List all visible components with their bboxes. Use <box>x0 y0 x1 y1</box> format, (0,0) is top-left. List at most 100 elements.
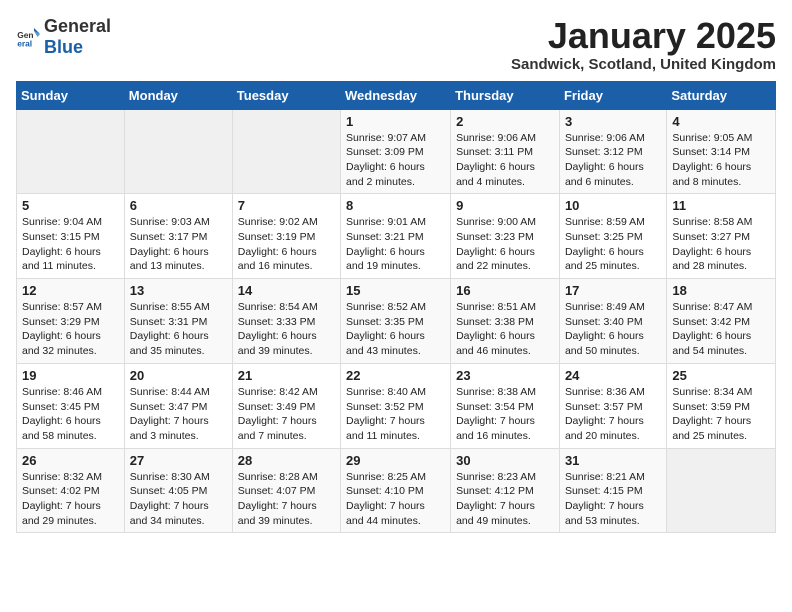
calendar-cell: 16Sunrise: 8:51 AMSunset: 3:38 PMDayligh… <box>451 279 560 364</box>
day-number: 10 <box>565 198 661 213</box>
weekday-header-sunday: Sunday <box>17 81 125 109</box>
day-number: 1 <box>346 114 445 129</box>
calendar-cell: 20Sunrise: 8:44 AMSunset: 3:47 PMDayligh… <box>124 363 232 448</box>
cell-content: Sunrise: 8:28 AMSunset: 4:07 PMDaylight:… <box>238 470 335 529</box>
cell-content: Sunrise: 8:51 AMSunset: 3:38 PMDaylight:… <box>456 300 554 359</box>
calendar-week-5: 26Sunrise: 8:32 AMSunset: 4:02 PMDayligh… <box>17 448 776 533</box>
cell-content: Sunrise: 8:58 AMSunset: 3:27 PMDaylight:… <box>672 215 770 274</box>
calendar-cell: 3Sunrise: 9:06 AMSunset: 3:12 PMDaylight… <box>559 109 666 194</box>
cell-line: Sunrise: 8:58 AM <box>672 216 752 228</box>
day-number: 9 <box>456 198 554 213</box>
weekday-header-friday: Friday <box>559 81 666 109</box>
weekday-header-monday: Monday <box>124 81 232 109</box>
calendar-cell: 23Sunrise: 8:38 AMSunset: 3:54 PMDayligh… <box>451 363 560 448</box>
cell-content: Sunrise: 9:03 AMSunset: 3:17 PMDaylight:… <box>130 215 227 274</box>
cell-line: Sunrise: 9:07 AM <box>346 132 426 144</box>
cell-content: Sunrise: 9:07 AMSunset: 3:09 PMDaylight:… <box>346 131 445 190</box>
calendar-cell: 6Sunrise: 9:03 AMSunset: 3:17 PMDaylight… <box>124 194 232 279</box>
calendar-cell: 28Sunrise: 8:28 AMSunset: 4:07 PMDayligh… <box>232 448 340 533</box>
cell-line: Sunrise: 8:49 AM <box>565 301 645 313</box>
calendar-cell <box>124 109 232 194</box>
calendar-cell: 8Sunrise: 9:01 AMSunset: 3:21 PMDaylight… <box>341 194 451 279</box>
cell-content: Sunrise: 8:49 AMSunset: 3:40 PMDaylight:… <box>565 300 661 359</box>
cell-line: Sunset: 3:33 PM <box>238 316 316 328</box>
cell-line: Daylight: 7 hours and 16 minutes. <box>456 415 535 442</box>
cell-content: Sunrise: 8:46 AMSunset: 3:45 PMDaylight:… <box>22 385 119 444</box>
calendar-cell: 31Sunrise: 8:21 AMSunset: 4:15 PMDayligh… <box>559 448 666 533</box>
cell-line: Sunset: 3:31 PM <box>130 316 208 328</box>
day-number: 3 <box>565 114 661 129</box>
day-number: 24 <box>565 368 661 383</box>
calendar-cell: 1Sunrise: 9:07 AMSunset: 3:09 PMDaylight… <box>341 109 451 194</box>
cell-line: Daylight: 7 hours and 34 minutes. <box>130 500 209 527</box>
day-number: 19 <box>22 368 119 383</box>
cell-content: Sunrise: 8:32 AMSunset: 4:02 PMDaylight:… <box>22 470 119 529</box>
day-number: 12 <box>22 283 119 298</box>
cell-content: Sunrise: 9:00 AMSunset: 3:23 PMDaylight:… <box>456 215 554 274</box>
calendar-cell: 4Sunrise: 9:05 AMSunset: 3:14 PMDaylight… <box>667 109 776 194</box>
calendar-cell: 29Sunrise: 8:25 AMSunset: 4:10 PMDayligh… <box>341 448 451 533</box>
day-number: 17 <box>565 283 661 298</box>
cell-line: Sunset: 3:38 PM <box>456 316 534 328</box>
calendar-cell: 15Sunrise: 8:52 AMSunset: 3:35 PMDayligh… <box>341 279 451 364</box>
cell-line: Sunrise: 8:28 AM <box>238 471 318 483</box>
location: Sandwick, Scotland, United Kingdom <box>511 56 776 73</box>
cell-content: Sunrise: 8:40 AMSunset: 3:52 PMDaylight:… <box>346 385 445 444</box>
logo-blue: Blue <box>44 37 83 57</box>
cell-content: Sunrise: 8:30 AMSunset: 4:05 PMDaylight:… <box>130 470 227 529</box>
cell-line: Sunrise: 8:44 AM <box>130 386 210 398</box>
cell-line: Sunrise: 9:04 AM <box>22 216 102 228</box>
calendar-cell: 26Sunrise: 8:32 AMSunset: 4:02 PMDayligh… <box>17 448 125 533</box>
calendar-cell: 11Sunrise: 8:58 AMSunset: 3:27 PMDayligh… <box>667 194 776 279</box>
cell-line: Daylight: 6 hours and 35 minutes. <box>130 330 209 357</box>
cell-line: Daylight: 7 hours and 53 minutes. <box>565 500 644 527</box>
cell-line: Daylight: 7 hours and 20 minutes. <box>565 415 644 442</box>
cell-line: Sunrise: 9:03 AM <box>130 216 210 228</box>
cell-line: Sunrise: 8:36 AM <box>565 386 645 398</box>
cell-line: Daylight: 6 hours and 13 minutes. <box>130 246 209 273</box>
calendar-cell: 22Sunrise: 8:40 AMSunset: 3:52 PMDayligh… <box>341 363 451 448</box>
cell-line: Daylight: 6 hours and 50 minutes. <box>565 330 644 357</box>
cell-line: Sunrise: 8:47 AM <box>672 301 752 313</box>
cell-line: Sunset: 3:29 PM <box>22 316 100 328</box>
day-number: 14 <box>238 283 335 298</box>
cell-line: Sunrise: 8:59 AM <box>565 216 645 228</box>
cell-line: Daylight: 7 hours and 11 minutes. <box>346 415 425 442</box>
svg-text:eral: eral <box>17 39 32 49</box>
cell-line: Sunset: 3:57 PM <box>565 401 643 413</box>
day-number: 13 <box>130 283 227 298</box>
cell-line: Sunrise: 9:02 AM <box>238 216 318 228</box>
cell-line: Sunrise: 8:46 AM <box>22 386 102 398</box>
cell-line: Sunrise: 8:40 AM <box>346 386 426 398</box>
cell-line: Daylight: 6 hours and 11 minutes. <box>22 246 101 273</box>
cell-line: Sunset: 3:09 PM <box>346 146 424 158</box>
calendar-cell: 19 Sunrise: 8:46 AMSunset: 3:45 PMDayligh… <box>17 363 125 448</box>
cell-line: Sunrise: 8:25 AM <box>346 471 426 483</box>
cell-line: Sunset: 3:49 PM <box>238 401 316 413</box>
cell-line: Sunset: 4:02 PM <box>22 485 100 497</box>
cell-line: Sunset: 3:35 PM <box>346 316 424 328</box>
cell-line: Sunset: 3:15 PM <box>22 231 100 243</box>
weekday-header-row: SundayMondayTuesdayWednesdayThursdayFrid… <box>17 81 776 109</box>
cell-line: Sunset: 3:11 PM <box>456 146 533 158</box>
cell-line: Sunrise: 8:21 AM <box>565 471 645 483</box>
calendar-cell <box>17 109 125 194</box>
calendar-cell: 7Sunrise: 9:02 AMSunset: 3:19 PMDaylight… <box>232 194 340 279</box>
cell-line: Sunrise: 8:38 AM <box>456 386 536 398</box>
calendar-week-1: 1 Sunrise: 9:07 AM Sunset: 3:09 PM Daylight… <box>17 109 776 194</box>
weekday-header-saturday: Saturday <box>667 81 776 109</box>
cell-line: Daylight: 6 hours and 8 minutes. <box>672 161 751 188</box>
cell-line: Sunset: 4:07 PM <box>238 485 316 497</box>
cell-line: Daylight: 6 hours and 54 minutes. <box>672 330 751 357</box>
cell-content: Sunrise: 9:01 AMSunset: 3:21 PMDaylight:… <box>346 215 445 274</box>
calendar-week-2: 5Sunrise: 9:04 AMSunset: 3:15 PMDaylight… <box>17 194 776 279</box>
cell-content: Sunrise: 8:36 AM Sunset: 3:57 PM Daylight:… <box>565 385 661 444</box>
cell-content: Sunrise: 8:42 AMSunset: 3:49 PMDaylight:… <box>238 385 335 444</box>
cell-line: Daylight: 7 hours and 3 minutes. <box>130 415 209 442</box>
weekday-header-thursday: Thursday <box>451 81 560 109</box>
cell-line: Sunset: 4:15 PM <box>565 485 643 497</box>
day-number: 28 <box>238 453 335 468</box>
day-number: 2 <box>456 114 554 129</box>
day-number: 25 <box>672 368 770 383</box>
cell-line: Sunset: 3:14 PM <box>672 146 750 158</box>
